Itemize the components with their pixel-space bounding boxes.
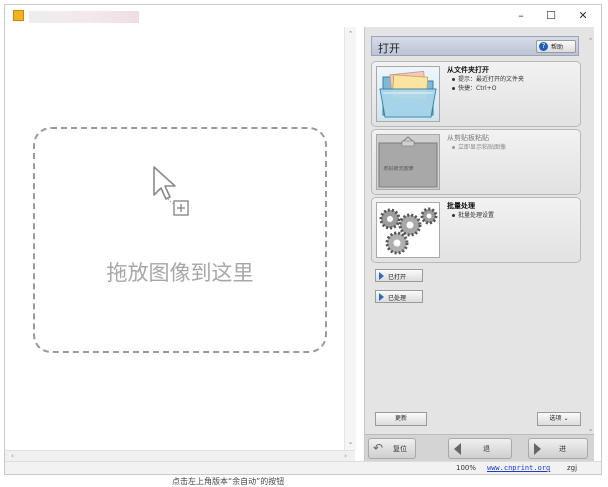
- card-description: 立即显示粘贴图像: [452, 143, 506, 152]
- task-pane-scrollbar[interactable]: ⌃ ⌄: [587, 36, 594, 436]
- minimize-button[interactable]: –: [506, 5, 536, 27]
- expander-label: 已打开: [388, 274, 407, 281]
- forward-arrow-icon: [534, 443, 541, 455]
- paste-from-clipboard-card: 剪贴板无图像 从剪贴板粘贴 立即显示粘贴图像: [371, 129, 581, 195]
- drop-zone[interactable]: 拖放图像到这里: [33, 127, 327, 353]
- clipboard-icon: 剪贴板无图像: [376, 134, 440, 190]
- expand-arrow-icon: [379, 272, 384, 280]
- close-button[interactable]: ✕: [568, 5, 598, 27]
- user-name: zgj: [567, 464, 578, 472]
- task-pane-title: 打开: [378, 42, 400, 55]
- navigation-bar: ↶ 复位 退 进: [365, 434, 594, 462]
- footer-caption: 点击左上角版本“余自动”的按钮: [172, 477, 285, 486]
- maximize-button[interactable]: ☐: [536, 5, 566, 27]
- back-label: 退: [483, 445, 490, 453]
- card-line: 立即显示粘贴图像: [458, 144, 507, 151]
- folder-icon: [376, 66, 440, 122]
- expander-label: 已处理: [388, 295, 407, 302]
- website-link[interactable]: www.cnprint.org: [487, 464, 550, 472]
- chevron-down-icon: ⌄: [561, 415, 569, 422]
- expander-processed[interactable]: 已处理: [375, 290, 423, 303]
- forward-label: 进: [559, 445, 566, 453]
- task-pane-header: 打开 ? 帮助: [371, 36, 579, 56]
- back-arrow-icon: [454, 443, 461, 455]
- vertical-scrollbar[interactable]: ⌃ ⌄: [344, 27, 356, 450]
- scroll-up-icon[interactable]: ⌃: [345, 29, 356, 40]
- expander-opened[interactable]: 已打开: [375, 269, 423, 282]
- task-scroll-up-icon[interactable]: ⌃: [585, 36, 596, 47]
- undo-icon: ↶: [373, 441, 384, 455]
- gears-icon: [376, 202, 440, 258]
- status-bar: 100% www.cnprint.org zgj: [5, 461, 601, 474]
- options-label: 选项: [549, 415, 562, 422]
- help-label: 帮助: [551, 44, 564, 51]
- card-description: 批量处理设置: [452, 211, 494, 220]
- help-button[interactable]: ? 帮助: [536, 40, 576, 53]
- window-title-redacted: [29, 11, 139, 23]
- card-line: 批量处理设置: [458, 212, 495, 219]
- reset-button[interactable]: ↶ 复位: [368, 438, 416, 459]
- scroll-down-icon[interactable]: ⌄: [345, 437, 356, 448]
- app-window: – ☐ ✕ 拖放图像到这里 ⌃ ⌄ ‹ › 打开 ? 帮助 ⌃ ⌄ 从文件夹打开…: [4, 4, 602, 475]
- card-description: 提示：最近打开的文件夹 快捷：Ctrl+O: [452, 75, 524, 93]
- card-title: 从剪贴板粘贴: [447, 134, 489, 142]
- title-bar: – ☐ ✕: [5, 5, 601, 27]
- back-button[interactable]: 退: [448, 438, 512, 459]
- zoom-level: 100%: [456, 464, 477, 472]
- card-line: 快捷：Ctrl+O: [458, 85, 497, 92]
- forward-button[interactable]: 进: [528, 438, 588, 459]
- card-line: 提示：最近打开的文件夹: [458, 76, 525, 83]
- expand-arrow-icon: [379, 293, 384, 301]
- clipboard-empty-caption: 剪贴板无图像: [383, 166, 414, 172]
- image-view-pane[interactable]: 拖放图像到这里: [5, 27, 344, 450]
- batch-processing-card[interactable]: 批量处理 批量处理设置: [371, 197, 581, 263]
- card-title: 从文件夹打开: [447, 66, 489, 74]
- card-title: 批量处理: [447, 202, 475, 210]
- update-button[interactable]: 更新: [375, 412, 427, 426]
- app-icon: [13, 10, 24, 21]
- open-from-folder-card[interactable]: 从文件夹打开 提示：最近打开的文件夹 快捷：Ctrl+O: [371, 61, 581, 127]
- help-icon: ?: [539, 42, 548, 51]
- reset-label: 复位: [393, 445, 407, 453]
- task-pane: 打开 ? 帮助 ⌃ ⌄ 从文件夹打开 提示：最近打开的文件夹 快捷：Ctrl+O…: [364, 27, 594, 462]
- drag-drop-cursor-icon: [153, 166, 189, 216]
- drop-hint-text: 拖放图像到这里: [106, 261, 254, 285]
- options-button[interactable]: 选项 ⌄: [537, 412, 581, 426]
